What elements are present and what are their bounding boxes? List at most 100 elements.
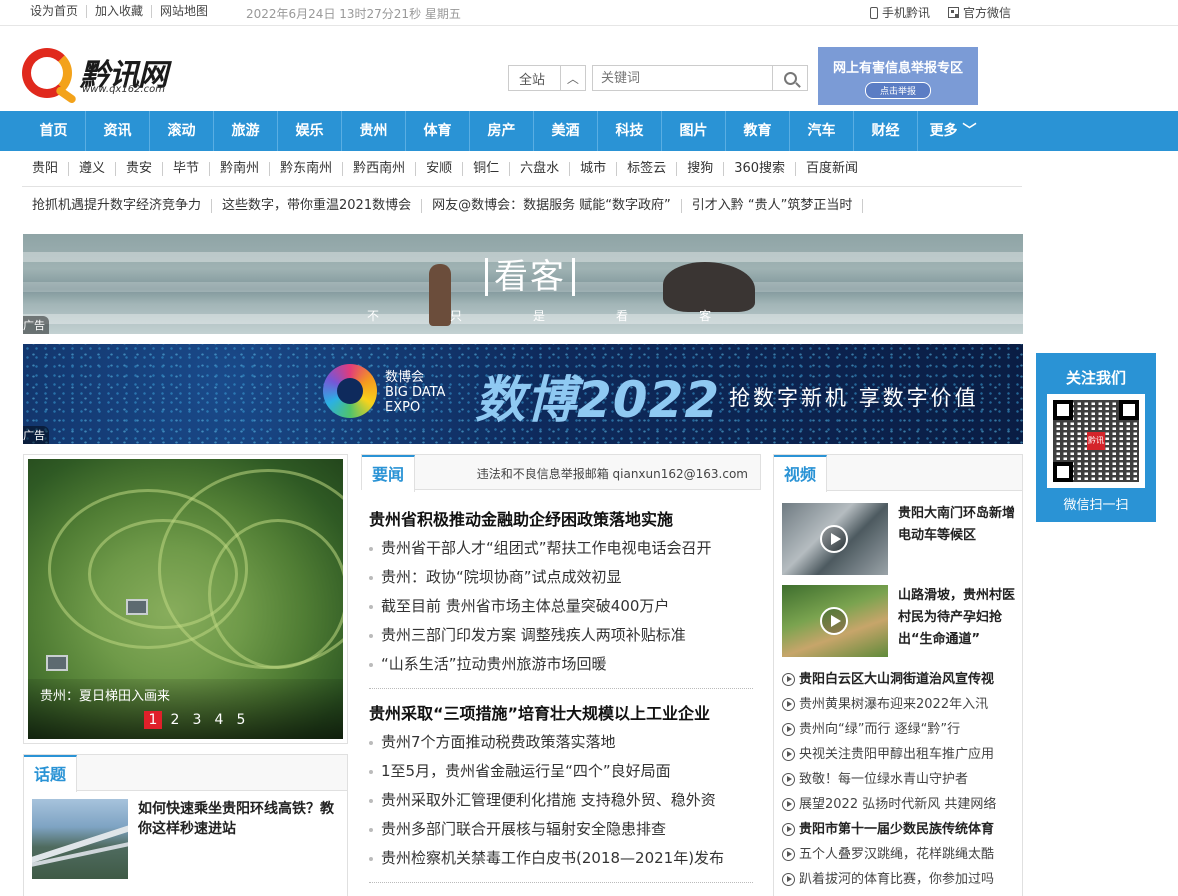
video-list-item[interactable]: 五个人叠罗汉跳绳，花样跳绳太酷 [782,842,996,867]
play-circle-icon [782,773,795,786]
nav-item-guizhou[interactable]: 贵州 [342,111,406,151]
pager-dot[interactable]: 1 [144,711,162,729]
play-icon [820,525,848,553]
play-circle-icon [782,823,795,836]
nav-item-entertainment[interactable]: 娱乐 [278,111,342,151]
city-link[interactable]: 城市 [570,162,618,176]
news-item[interactable]: 1至5月，贵州省金融运行呈“四个”良好局面 [369,757,724,786]
pager-dot[interactable]: 5 [232,711,250,729]
video-title[interactable]: 山路滑坡，贵州村医村民为待产孕妇抢出“生命通道” [898,585,1016,651]
news-list: 贵州7个方面推动税费政策落实落地 1至5月，贵州省金融运行呈“四个”良好局面 贵… [369,728,724,873]
tab-video[interactable]: 视频 [774,455,828,492]
pager-dot[interactable]: 4 [210,711,228,729]
video-thumbnail[interactable] [782,503,888,575]
report-button[interactable]: 点击举报 [864,82,931,99]
video-list-item[interactable]: 贵州向“绿”而行 逐绿“黔”行 [782,717,996,742]
news-headline[interactable]: 贵州省积极推动金融助企纾困政策落地实施 [369,506,673,530]
chevron-up-icon[interactable]: ︿ [559,66,585,90]
video-list-item[interactable]: 贵阳白云区大山洞街道治风宣传视 [782,667,996,692]
headline-link[interactable]: 引才入黔 “贵人”筑梦正当时 [682,199,864,213]
video-list-item[interactable]: 致敬！每一位绿水青山守护者 [782,767,996,792]
site-logo[interactable]: 黔讯网 www.qx162.com [22,48,192,102]
360-search-link[interactable]: 360搜索 [724,162,797,176]
headline-link[interactable]: 这些数字，带你重温2021数博会 [212,199,423,213]
baidu-news-link[interactable]: 百度新闻 [796,162,868,176]
video-list-item[interactable]: 展望2022 弘扬时代新风 共建网络 [782,792,996,817]
sitemap-link[interactable]: 网站地图 [152,5,216,18]
wechat-link[interactable]: 官方微信 [948,4,1011,21]
video-list-label: 央视关注贵阳甲醇出租车推广应用 [799,747,995,762]
video-list-label: 贵州黄果树瀑布迎来2022年入汛 [799,697,989,712]
kanke-ad-banner[interactable]: 看客 不 只 是 看 客 广告 [23,234,1023,334]
topic-section: 话题 如何快速乘坐贵阳环线高铁？教你这样秒速进站 [23,754,348,896]
search-scope-select[interactable]: 全站 ︿ [508,65,586,91]
city-link[interactable]: 黔东南州 [270,162,344,176]
video-list-item[interactable]: 趴着拔河的体育比赛，你参加过吗 [782,867,996,892]
city-link[interactable]: 黔南州 [210,162,271,176]
nav-item-travel[interactable]: 旅游 [214,111,278,151]
nav-item-finance[interactable]: 财经 [854,111,918,151]
news-item[interactable]: 贵州多部门联合开展核与辐射安全隐患排查 [369,815,724,844]
city-link[interactable]: 遵义 [69,162,117,176]
city-link[interactable]: 贵安 [116,162,164,176]
play-circle-icon [782,848,795,861]
nav-item-education[interactable]: 教育 [726,111,790,151]
pager-dot[interactable]: 2 [166,711,184,729]
nav-item-rolling[interactable]: 滚动 [150,111,214,151]
nav-item-auto[interactable]: 汽车 [790,111,854,151]
expo-label: 数博会 BIG DATA EXPO [385,370,445,415]
slide-caption[interactable]: 贵州：夏日梯田入画来 [40,685,170,704]
search-input[interactable] [592,65,772,91]
mobile-link[interactable]: 手机黔讯 [870,4,930,21]
pager-dot[interactable]: 3 [188,711,206,729]
news-item[interactable]: 截至目前 贵州省市场主体总量突破400万户 [369,592,712,621]
video-list-item[interactable]: 贵阳市第十一届少数民族传统体育 [782,817,996,842]
news-item[interactable]: 贵州7个方面推动税费政策落实落地 [369,728,724,757]
nav-item-tech[interactable]: 科技 [598,111,662,151]
nav-item-home[interactable]: 首页 [22,111,86,151]
video-list-item[interactable]: 贵州黄果树瀑布迎来2022年入汛 [782,692,996,717]
city-link[interactable]: 贵阳 [22,162,70,176]
add-favorite-link[interactable]: 加入收藏 [87,5,153,18]
topic-title[interactable]: 如何快速乘坐贵阳环线高铁？教你这样秒速进站 [138,799,338,839]
headline-link[interactable]: 网友@数博会：数据服务 赋能“数字政府” [422,199,682,213]
photo-slider[interactable]: 贵州：夏日梯田入画来 1 2 3 4 5 [23,454,348,744]
city-link[interactable]: 毕节 [163,162,211,176]
nav-item-photos[interactable]: 图片 [662,111,726,151]
play-icon [820,607,848,635]
tab-news[interactable]: 要闻 [362,455,416,492]
news-item[interactable]: “山系生活”拉动贵州旅游市场回暖 [369,650,712,679]
nav-item-realestate[interactable]: 房产 [470,111,534,151]
slide-image[interactable]: 贵州：夏日梯田入画来 1 2 3 4 5 [28,459,343,739]
search-scope-label: 全站 [519,72,546,88]
topic-thumbnail[interactable] [32,799,128,879]
nav-item-more[interactable]: 更多 ﹀ [918,111,988,151]
tag-cloud-link[interactable]: 标签云 [617,162,678,176]
news-item[interactable]: 贵州检察机关禁毒工作白皮书(2018—2021年)发布 [369,844,724,873]
city-link[interactable]: 六盘水 [510,162,571,176]
harmful-info-report-banner[interactable]: 网上有害信息举报专区 点击举报 [818,47,978,105]
video-list-item[interactable]: 央视关注贵阳甲醇出租车推广应用 [782,742,996,767]
city-link[interactable]: 铜仁 [463,162,511,176]
video-header: 视频 [774,455,1022,492]
nav-item-news[interactable]: 资讯 [86,111,150,151]
city-link[interactable]: 安顺 [416,162,464,176]
news-headline[interactable]: 贵州采取“三项措施”培育壮大规模以上工业企业 [369,700,710,724]
bigdata-expo-banner[interactable]: 数博会 BIG DATA EXPO 数博2022 抢数字新机 享数字价值 广告 [23,344,1023,444]
tab-topic[interactable]: 话题 [24,755,78,792]
city-link[interactable]: 黔西南州 [343,162,417,176]
set-homepage-link[interactable]: 设为首页 [22,5,88,18]
nav-item-sports[interactable]: 体育 [406,111,470,151]
slogan-char: 不 [367,309,380,323]
news-item[interactable]: 贵州：政协“院坝协商”试点成效初显 [369,563,712,592]
report-title: 网上有害信息举报专区 [832,61,963,76]
headline-link[interactable]: 抢抓机遇提升数字经济竞争力 [22,199,213,213]
sogou-link[interactable]: 搜狗 [677,162,725,176]
search-button[interactable] [772,65,808,91]
news-item[interactable]: 贵州采取外汇管理便利化措施 支持稳外贸、稳外资 [369,786,724,815]
news-item[interactable]: 贵州三部门印发方案 调整残疾人两项补贴标准 [369,621,712,650]
nav-item-liquor[interactable]: 美酒 [534,111,598,151]
video-thumbnail[interactable] [782,585,888,657]
video-title[interactable]: 贵阳大南门环岛新增电动车等候区 [898,503,1016,547]
news-item[interactable]: 贵州省干部人才“组团式”帮扶工作电视电话会召开 [369,534,712,563]
